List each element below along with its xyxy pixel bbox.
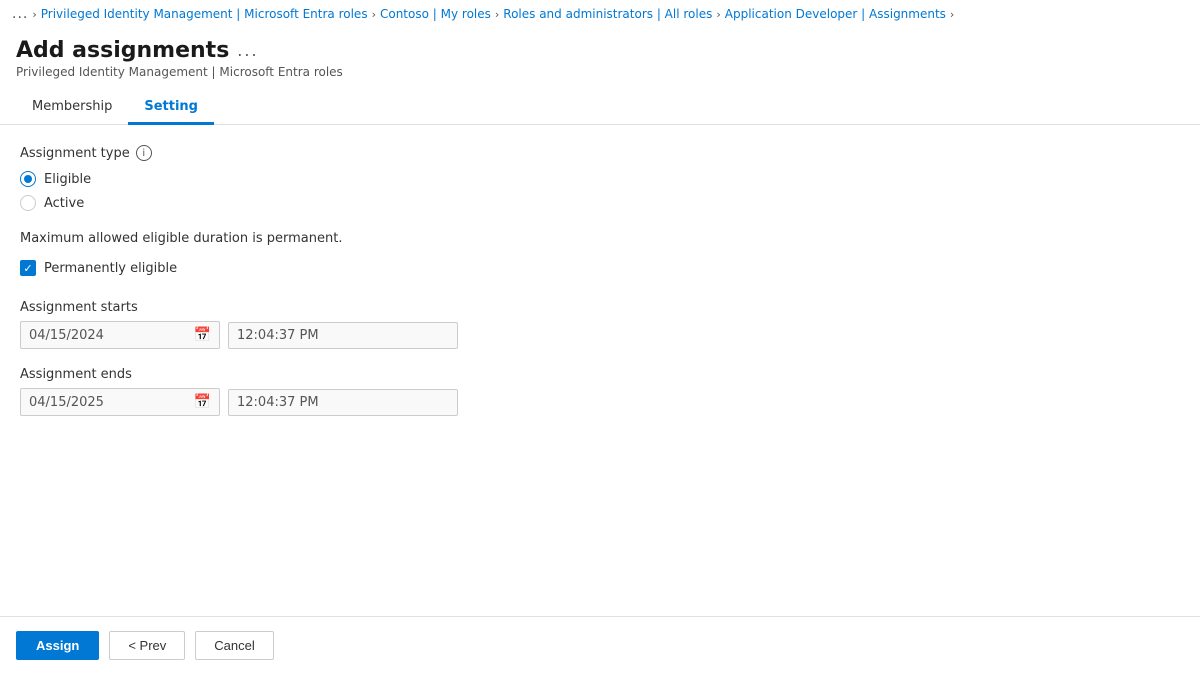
assignment-starts-date-value: 04/15/2024 [29, 328, 188, 343]
breadcrumb-sep-1: › [372, 8, 376, 21]
assignment-ends-field-row: 04/15/2025 📅 12:04:37 PM [20, 388, 1180, 416]
assignment-ends-date-value: 04/15/2025 [29, 395, 188, 410]
breadcrumb-item-3[interactable]: Application Developer | Assignments [725, 7, 946, 21]
breadcrumb-sep-0: › [32, 8, 36, 21]
assignment-ends-time-input[interactable]: 12:04:37 PM [228, 389, 458, 416]
assignment-type-label: Assignment type [20, 146, 130, 161]
tabs: Membership Setting [0, 83, 1200, 125]
assignment-ends-group: Assignment ends 04/15/2025 📅 12:04:37 PM [20, 367, 1180, 416]
active-radio-button[interactable] [20, 195, 36, 211]
assignment-ends-date-input[interactable]: 04/15/2025 📅 [20, 388, 220, 416]
tab-setting[interactable]: Setting [128, 91, 214, 125]
assign-button[interactable]: Assign [16, 631, 99, 660]
permanently-eligible-checkbox[interactable]: ✓ [20, 260, 36, 276]
page-subtitle: Privileged Identity Management | Microso… [16, 65, 1184, 79]
assignment-type-info-icon[interactable]: i [136, 145, 152, 161]
breadcrumb-item-2[interactable]: Roles and administrators | All roles [503, 7, 712, 21]
assignment-starts-field-row: 04/15/2024 📅 12:04:37 PM [20, 321, 1180, 349]
assignment-starts-calendar-icon[interactable]: 📅 [194, 327, 211, 343]
main-content: Assignment type i Eligible Active Maximu… [0, 125, 1200, 616]
breadcrumb-item-1[interactable]: Contoso | My roles [380, 7, 491, 21]
assignment-type-section: Assignment type i [20, 145, 1180, 161]
footer: Assign < Prev Cancel [0, 616, 1200, 674]
active-radio-item[interactable]: Active [20, 195, 1180, 211]
eligible-label: Eligible [44, 172, 91, 187]
assignment-ends-label: Assignment ends [20, 367, 1180, 382]
tab-membership[interactable]: Membership [16, 91, 128, 125]
assignment-starts-time-input[interactable]: 12:04:37 PM [228, 322, 458, 349]
assignment-starts-label: Assignment starts [20, 300, 1180, 315]
active-label: Active [44, 196, 84, 211]
checkmark-icon: ✓ [23, 263, 32, 274]
breadcrumb-dots[interactable]: ... [12, 6, 28, 22]
breadcrumb-item-0[interactable]: Privileged Identity Management | Microso… [41, 7, 368, 21]
cancel-button[interactable]: Cancel [195, 631, 273, 660]
eligible-radio-item[interactable]: Eligible [20, 171, 1180, 187]
title-more-options[interactable]: ... [237, 41, 258, 60]
breadcrumb-sep-3: › [716, 8, 720, 21]
breadcrumb: ... › Privileged Identity Management | M… [0, 0, 1200, 28]
page-title: Add assignments [16, 38, 229, 63]
assignment-starts-date-input[interactable]: 04/15/2024 📅 [20, 321, 220, 349]
duration-note: Maximum allowed eligible duration is per… [20, 231, 1180, 246]
assignment-starts-group: Assignment starts 04/15/2024 📅 12:04:37 … [20, 300, 1180, 349]
permanently-eligible-checkbox-item[interactable]: ✓ Permanently eligible [20, 260, 1180, 276]
page-header: Add assignments ... Privileged Identity … [0, 28, 1200, 83]
assignment-ends-calendar-icon[interactable]: 📅 [194, 394, 211, 410]
permanently-eligible-label: Permanently eligible [44, 261, 177, 276]
breadcrumb-sep-2: › [495, 8, 499, 21]
prev-button[interactable]: < Prev [109, 631, 185, 660]
eligible-radio-button[interactable] [20, 171, 36, 187]
breadcrumb-sep-4: › [950, 8, 954, 21]
assignment-type-radio-group: Eligible Active [20, 171, 1180, 211]
